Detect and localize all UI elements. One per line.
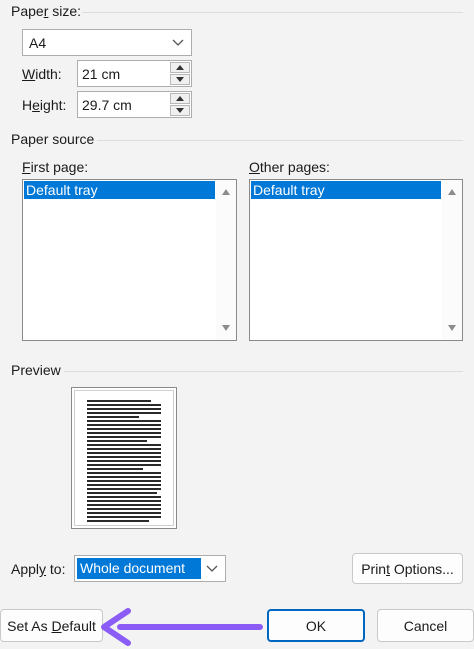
preview-text-line [87,408,161,410]
preview-text-line [87,492,157,494]
chevron-down-icon[interactable] [199,556,225,581]
preview-group-label: Preview [11,362,61,378]
first-page-listbox[interactable]: Default tray [22,179,237,341]
arrow-up-icon [176,96,184,101]
chevron-down-icon[interactable] [165,30,191,55]
preview-divider [64,371,463,372]
paper-source-divider [97,140,463,141]
preview-text-line [87,484,161,486]
preview-text-line [87,508,161,510]
arrow-up-icon [176,65,184,70]
paper-size-select[interactable]: A4 [22,29,192,56]
print-options-button[interactable]: Print Options... [352,553,463,584]
preview-text-line [87,432,161,434]
first-page-scrollbar[interactable] [216,180,236,340]
annotation-arrow-icon [101,608,263,646]
arrow-down-icon [176,108,184,113]
page-preview [71,387,177,529]
preview-text-line [87,424,161,426]
width-label: Width: [22,66,62,82]
height-increment-button[interactable] [170,93,190,104]
apply-to-select[interactable]: Whole document [74,555,226,582]
preview-text-line [87,472,161,474]
apply-to-label: Apply to: [11,561,66,577]
height-label: Height: [22,97,67,113]
preview-text-line [87,448,161,450]
first-page-label: First page: [22,159,89,175]
other-pages-label: Other pages: [249,159,330,175]
preview-text-line [87,468,143,470]
preview-text-line [87,504,161,506]
height-value: 29.7 cm [82,96,132,113]
preview-text-line [87,480,161,482]
preview-text-line [87,500,161,502]
scroll-up-icon[interactable] [222,189,230,195]
preview-text-line [87,444,161,446]
scroll-up-icon[interactable] [448,189,456,195]
paper-size-value: A4 [29,34,47,51]
width-value: 21 cm [82,65,121,82]
set-as-default-button[interactable]: Set As Default [0,609,103,642]
preview-text-line [87,488,161,490]
scroll-down-icon[interactable] [448,325,456,331]
other-pages-scrollbar[interactable] [442,180,462,340]
list-item[interactable]: Default tray [251,181,441,199]
scroll-down-icon[interactable] [222,325,230,331]
preview-text-line [87,428,161,430]
preview-text-line [87,436,161,438]
arrow-down-icon [176,77,184,82]
width-increment-button[interactable] [170,62,190,73]
preview-text-line [87,416,139,418]
preview-text-line [87,464,161,466]
preview-text-line [87,496,161,498]
paper-size-label: Paper size: [11,3,82,19]
preview-text-line [87,516,161,518]
preview-text-line [87,460,161,462]
cancel-button[interactable]: Cancel [377,609,474,642]
paper-size-divider [82,12,463,13]
preview-text-line [87,412,161,414]
width-field[interactable]: 21 cm [77,60,192,87]
preview-text-line [87,452,161,454]
apply-to-value-highlight: Whole document [77,558,201,579]
ok-button[interactable]: OK [267,609,365,642]
preview-text-line [87,420,161,422]
paper-source-group-label: Paper source [11,131,95,147]
other-pages-listbox[interactable]: Default tray [249,179,463,341]
preview-text-line [87,476,161,478]
height-decrement-button[interactable] [170,105,190,116]
preview-text-line [87,400,151,402]
preview-text-line [87,440,147,442]
list-item[interactable]: Default tray [24,181,215,199]
width-decrement-button[interactable] [170,74,190,85]
preview-text-line [87,404,161,406]
height-field[interactable]: 29.7 cm [77,91,192,118]
preview-text-line [87,520,149,522]
preview-text-line [87,456,161,458]
apply-to-value: Whole document [80,560,186,576]
paper-size-group-label: Paper size: [11,3,81,19]
preview-text-line [87,512,161,514]
